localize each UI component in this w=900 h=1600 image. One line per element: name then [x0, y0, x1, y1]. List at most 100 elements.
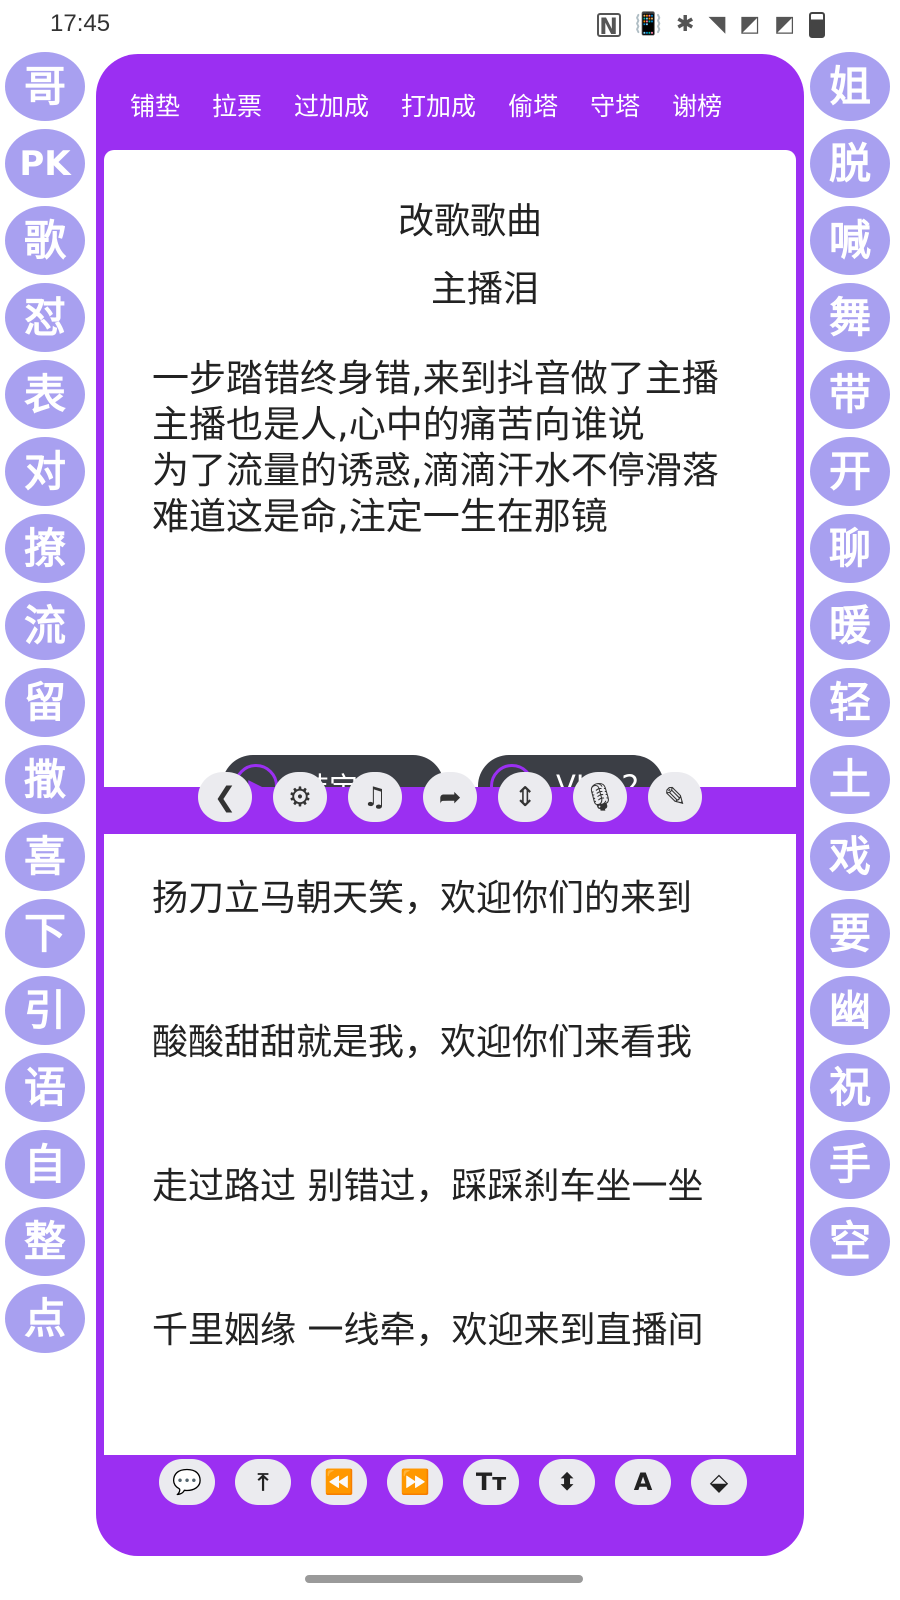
left-category-button[interactable]: 流	[5, 591, 85, 660]
phrase-item[interactable]: 扬刀立马朝天笑，欢迎你们的来到	[152, 872, 752, 926]
lyric-toolbar: ❮ ⚙ ♫ ➦ ⇕ 🎙 ✎	[96, 772, 804, 834]
battery-icon	[809, 12, 825, 38]
phrase-list[interactable]: 扬刀立马朝天笑，欢迎你们的来到 酸酸甜甜就是我，欢迎你们来看我 走过路过 别错过，踩…	[104, 834, 796, 1455]
top-tab[interactable]: 铺垫	[130, 82, 180, 132]
top-tabs: 铺垫 拉票 过加成 打加成 偷塔 守塔 谢榜	[96, 82, 804, 132]
scroll-top-button[interactable]: ⤒	[235, 1459, 291, 1505]
fast-forward-button[interactable]: ⏩	[387, 1459, 443, 1505]
top-tab[interactable]: 打加成	[401, 82, 476, 132]
phrase-item[interactable]: 酸酸甜甜就是我，欢迎你们来看我	[152, 1016, 752, 1070]
left-category-button[interactable]: 下	[5, 899, 85, 968]
fast-forward-icon: ⏩	[400, 1468, 430, 1496]
left-category-button[interactable]: 怼	[5, 283, 85, 352]
left-category-button[interactable]: 喜	[5, 822, 85, 891]
scroll-top-icon: ⤒	[257, 1468, 269, 1496]
vibrate-icon: 📳	[634, 12, 663, 37]
chat-icon: 💬	[172, 1468, 202, 1496]
gear-button[interactable]: ⚙	[273, 772, 327, 822]
right-category-button[interactable]: 轻	[810, 668, 890, 737]
left-category-button[interactable]: 对	[5, 437, 85, 506]
music-icon: ♫	[362, 781, 388, 813]
top-tab[interactable]: 过加成	[294, 82, 369, 132]
left-category-button[interactable]: 歌	[5, 206, 85, 275]
left-category-button[interactable]: 撩	[5, 514, 85, 583]
right-category-button[interactable]: 土	[810, 745, 890, 814]
status-time: 17:45	[50, 10, 111, 37]
spacing-button[interactable]: ⬍	[539, 1459, 595, 1505]
phrase-item[interactable]: 千里姻缘 一线牵，欢迎来到直播间	[152, 1304, 752, 1358]
top-tab[interactable]: 谢榜	[672, 82, 722, 132]
left-category-button[interactable]: 整	[5, 1207, 85, 1276]
right-category-button[interactable]: 祝	[810, 1053, 890, 1122]
back-icon: ❮	[213, 781, 237, 813]
fill-color-button[interactable]: ⬙	[691, 1459, 747, 1505]
song-title: 改歌歌曲	[397, 201, 542, 242]
right-category-column: 姐脱喊舞带开聊暖轻土戏要幽祝手空	[810, 52, 896, 1284]
right-category-button[interactable]: 喊	[810, 206, 890, 275]
right-category-button[interactable]: 幽	[810, 976, 890, 1045]
wifi-icon: ◥	[708, 12, 726, 37]
left-category-button[interactable]: 自	[5, 1130, 85, 1199]
left-category-button[interactable]: 语	[5, 1053, 85, 1122]
right-category-button[interactable]: 聊	[810, 514, 890, 583]
top-tab[interactable]: 守塔	[590, 82, 640, 132]
vertical-resize-icon: ⇕	[513, 781, 537, 813]
phrase-item[interactable]: 走过路过 别错过，踩踩刹车坐一坐	[152, 1160, 752, 1214]
bottom-toolbar: 💬 ⤒ ⏪ ⏩ Tт ⬍ A ⬙	[96, 1459, 804, 1529]
home-indicator[interactable]	[305, 1575, 583, 1583]
phrase-item[interactable]: 想要关注的朋友，点动鼠草	[152, 1448, 752, 1455]
right-category-button[interactable]: 手	[810, 1130, 890, 1199]
share-icon: ➦	[438, 781, 462, 813]
bluetooth-icon: ✱	[676, 12, 695, 37]
song-subtitle: 主播泪	[430, 269, 539, 310]
right-category-button[interactable]: 带	[810, 360, 890, 429]
left-category-button[interactable]: 留	[5, 668, 85, 737]
no-sim-icon: ◩	[739, 12, 761, 37]
right-category-button[interactable]: 姐	[810, 52, 890, 121]
nfc-icon: N	[596, 13, 621, 40]
left-category-button[interactable]: 表	[5, 360, 85, 429]
lyric-line: 一步踏错终身错,来到抖音做了主播	[152, 357, 719, 400]
fill-color-icon: ⬙	[709, 1468, 729, 1496]
microphone-icon: 🎙	[582, 782, 618, 813]
right-category-button[interactable]: 暖	[810, 591, 890, 660]
vertical-resize-button[interactable]: ⇕	[498, 772, 552, 822]
music-button[interactable]: ♫	[348, 772, 402, 822]
back-button[interactable]: ❮	[198, 772, 252, 822]
lyric-line: 为了流量的诱惑,滴滴汗水不停滑落	[152, 449, 719, 492]
edit-icon: ✎	[663, 781, 687, 813]
left-category-button[interactable]: 撒	[5, 745, 85, 814]
chat-button[interactable]: 💬	[159, 1459, 215, 1505]
lyric-card[interactable]: 改歌歌曲 主播泪 一步踏错终身错,来到抖音做了主播 主播也是人,心中的痛苦向谁说为…	[104, 150, 796, 787]
left-category-button[interactable]: 哥	[5, 52, 85, 121]
right-category-button[interactable]: 戏	[810, 822, 890, 891]
share-button[interactable]: ➦	[423, 772, 477, 822]
top-tab[interactable]: 拉票	[212, 82, 262, 132]
status-bar: 17:45 N 📳 ✱ ◥ ◩ ◩	[0, 0, 900, 52]
lyrics-text: 一步踏错终身错,来到抖音做了主播 主播也是人,心中的痛苦向谁说 为了流量的诱惑,滴滴…	[152, 356, 742, 680]
right-category-button[interactable]: 脱	[810, 129, 890, 198]
lyric-line: 难道这是命,注定一生在那镜	[152, 495, 608, 538]
rewind-button[interactable]: ⏪	[311, 1459, 367, 1505]
lyric-line: 主播也是人,心中的痛苦向谁说	[152, 403, 645, 446]
status-icons: N 📳 ✱ ◥ ◩ ◩	[596, 12, 825, 40]
right-category-button[interactable]: 要	[810, 899, 890, 968]
right-category-button[interactable]: 空	[810, 1207, 890, 1276]
microphone-button[interactable]: 🎙	[573, 772, 627, 822]
gear-icon: ⚙	[287, 781, 313, 813]
left-category-button[interactable]: PK	[5, 129, 85, 198]
font-color-icon: A	[633, 1468, 653, 1496]
text-size-icon: Tт	[475, 1468, 507, 1496]
left-category-button[interactable]: 点	[5, 1284, 85, 1353]
left-category-column: 哥 PK 歌怼表对撩流留撒喜下引语自整点	[5, 52, 91, 1361]
right-category-button[interactable]: 开	[810, 437, 890, 506]
edit-button[interactable]: ✎	[648, 772, 702, 822]
no-sim-icon: ◩	[774, 12, 795, 37]
spacing-icon: ⬍	[556, 1468, 578, 1496]
right-category-button[interactable]: 舞	[810, 283, 890, 352]
font-color-button[interactable]: A	[615, 1459, 671, 1505]
text-size-button[interactable]: Tт	[463, 1459, 519, 1505]
left-category-button[interactable]: 引	[5, 976, 85, 1045]
top-tab[interactable]: 偷塔	[508, 82, 558, 132]
main-panel: 铺垫 拉票 过加成 打加成 偷塔 守塔 谢榜 改歌歌曲 主播泪 一步踏错终身错,来到抖音做了…	[96, 54, 804, 1556]
